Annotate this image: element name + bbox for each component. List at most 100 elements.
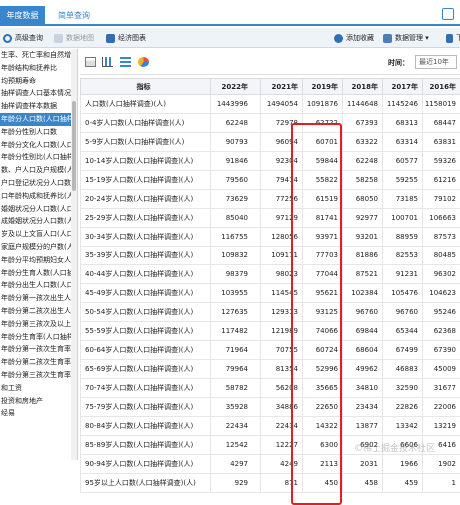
table-cell: 14322 xyxy=(303,416,343,435)
column-header-year[interactable]: 2021年 xyxy=(261,79,303,95)
download-icon xyxy=(446,34,453,43)
table-cell: 88959 xyxy=(383,227,423,246)
table-cell: 70755 xyxy=(261,341,303,360)
row-indicator-name[interactable]: 80-84岁人口数(人口抽样调查)(人) xyxy=(81,416,211,435)
sidebar-item[interactable]: 年龄分性别比(人口抽样调查) xyxy=(0,151,77,164)
table-cell: 1902 xyxy=(423,454,460,473)
row-indicator-name[interactable]: 85-89岁人口数(人口抽样调查)(人) xyxy=(81,435,211,454)
sidebar-scrollbar[interactable] xyxy=(71,49,77,460)
advanced-query-button[interactable]: 高级查询 xyxy=(3,31,43,45)
sidebar-item[interactable]: 生率、死亡率和自然增长 xyxy=(0,49,77,62)
sidebar-item[interactable]: 家庭户规模分的户数(人口抽样调查) xyxy=(0,241,77,254)
row-indicator-name[interactable]: 0-4岁人口数(人口抽样调查)(人) xyxy=(81,113,211,132)
sidebar-item[interactable]: 年龄分生育人数(人口抽样调查) xyxy=(0,267,77,280)
row-indicator-name[interactable]: 90-94岁人口数(人口抽样调查)(人) xyxy=(81,454,211,473)
row-indicator-name[interactable]: 20-24岁人口数(人口抽样调查)(人) xyxy=(81,189,211,208)
table-cell: 46883 xyxy=(383,360,423,379)
sidebar-item[interactable]: 年龄分第三孩次生育率(人口抽样调查) xyxy=(0,369,77,382)
data-map-button[interactable]: 数据地图 xyxy=(54,31,94,45)
row-indicator-name[interactable]: 25-29岁人口数(人口抽样调查)(人) xyxy=(81,208,211,227)
tab-simple-query[interactable]: 简单查询 xyxy=(58,6,90,26)
column-header-year[interactable]: 2017年 xyxy=(383,79,423,95)
sidebar-item[interactable]: 口年龄构成和抚养比(人口抽样调查) xyxy=(0,190,77,203)
table-cell: 1144648 xyxy=(343,95,383,114)
data-manage-button[interactable]: 数据管理 ▾ xyxy=(383,31,429,45)
column-header-year[interactable]: 2018年 xyxy=(343,79,383,95)
table-row: 10-14岁人口数(人口抽样调查)(人)91846923045984462248… xyxy=(81,151,460,170)
row-indicator-name[interactable]: 35-39岁人口数(人口抽样调查)(人) xyxy=(81,246,211,265)
table-cell: 121989 xyxy=(261,322,303,341)
sidebar-item[interactable]: 年龄分文化人口数(人口抽样调查) xyxy=(0,139,77,152)
sidebar-item[interactable]: 年龄分出生人口数(人口抽样调查) xyxy=(0,279,77,292)
sidebar-item[interactable]: 年龄分第三孩次及以上出生人口数(人口抽样调查) xyxy=(0,318,77,331)
table-cell: 81354 xyxy=(261,360,303,379)
main-panel: 时间： 最近10年 指标2022年2021年2019年2018年2017年201… xyxy=(80,49,460,460)
row-indicator-name[interactable]: 75-79岁人口数(人口抽样调查)(人) xyxy=(81,398,211,417)
sidebar-item[interactable]: 成婚姻状况分人口数(人口抽样调查) xyxy=(0,215,77,228)
download-button[interactable]: 下 xyxy=(446,31,460,45)
bar-chart-icon[interactable] xyxy=(102,57,113,67)
sidebar-item[interactable]: 年龄结构和抚养比 xyxy=(0,62,77,75)
table-cell: 59255 xyxy=(383,170,423,189)
sidebar-item[interactable]: 年龄分生育率(人口抽样调查) xyxy=(0,331,77,344)
table-row: 60-64岁人口数(人口抽样调查)(人)71964707556072468604… xyxy=(81,341,460,360)
row-indicator-name[interactable]: 30-34岁人口数(人口抽样调查)(人) xyxy=(81,227,211,246)
table-cell: 81741 xyxy=(303,208,343,227)
table-cell: 96302 xyxy=(423,265,460,284)
sidebar-item[interactable]: 年龄分性别人口数 xyxy=(0,126,77,139)
column-header-year[interactable]: 2022年 xyxy=(211,79,261,95)
table-cell: 96760 xyxy=(343,303,383,322)
pie-chart-icon[interactable] xyxy=(138,57,149,67)
export-icon[interactable] xyxy=(442,8,454,20)
row-indicator-name[interactable]: 65-69岁人口数(人口抽样调查)(人) xyxy=(81,360,211,379)
row-indicator-name[interactable]: 15-19岁人口数(人口抽样调查)(人) xyxy=(81,170,211,189)
row-indicator-name[interactable]: 40-44岁人口数(人口抽样调查)(人) xyxy=(81,265,211,284)
table-cell: 1443996 xyxy=(211,95,261,114)
table-cell: 116755 xyxy=(211,227,261,246)
table-cell: 459 xyxy=(383,473,423,492)
sidebar-item[interactable]: 年龄分第一孩次出生人口数(人口抽样调查) xyxy=(0,292,77,305)
table-cell: 6300 xyxy=(303,435,343,454)
row-indicator-name[interactable]: 50-54岁人口数(人口抽样调查)(人) xyxy=(81,303,211,322)
sidebar-scroll-thumb[interactable] xyxy=(72,101,76,191)
table-cell: 87573 xyxy=(423,227,460,246)
row-indicator-name[interactable]: 人口数(人口抽样调查)(人) xyxy=(81,95,211,114)
sidebar-item[interactable]: 年龄分第一孩次生育率(人口抽样调查) xyxy=(0,343,77,356)
table-cell: 63322 xyxy=(343,132,383,151)
row-indicator-name[interactable]: 60-64岁人口数(人口抽样调查)(人) xyxy=(81,341,211,360)
sidebar-item[interactable]: 年龄分平均预期妇女人数(人口抽样调查) xyxy=(0,254,77,267)
sidebar-item[interactable]: 投资和房地产 xyxy=(0,395,77,408)
row-indicator-name[interactable]: 95岁以上人口数(人口抽样调查)(人) xyxy=(81,473,211,492)
table-cell: 105476 xyxy=(383,284,423,303)
table-view-icon[interactable] xyxy=(85,57,96,67)
table-cell: 13342 xyxy=(383,416,423,435)
sidebar-item[interactable]: 经易 xyxy=(0,407,77,420)
sidebar-item[interactable]: 抽样调查人口基本情况 xyxy=(0,87,77,100)
economic-charts-button[interactable]: 经济图表 xyxy=(106,31,146,45)
time-range-select[interactable]: 最近10年 xyxy=(415,55,457,69)
row-indicator-name[interactable]: 70-74岁人口数(人口抽样调查)(人) xyxy=(81,379,211,398)
sidebar-item[interactable]: 和工资 xyxy=(0,382,77,395)
table-cell: 73629 xyxy=(211,189,261,208)
sidebar-item[interactable]: 婚姻状况分人口数(人口抽样调查) xyxy=(0,203,77,216)
column-header-indicator[interactable]: 指标 xyxy=(81,79,211,95)
sidebar-item[interactable]: 数、户人口及户规模(人口抽样调查) xyxy=(0,164,77,177)
row-indicator-name[interactable]: 45-49岁人口数(人口抽样调查)(人) xyxy=(81,284,211,303)
row-indicator-name[interactable]: 55-59岁人口数(人口抽样调查)(人) xyxy=(81,322,211,341)
row-indicator-name[interactable]: 5-9岁人口数(人口抽样调查)(人) xyxy=(81,132,211,151)
table-cell: 59326 xyxy=(423,151,460,170)
row-indicator-name[interactable]: 10-14岁人口数(人口抽样调查)(人) xyxy=(81,151,211,170)
sidebar-item[interactable]: 均预期寿命 xyxy=(0,75,77,88)
table-row: 20-24岁人口数(人口抽样调查)(人)73629772566151968050… xyxy=(81,189,460,208)
sidebar-item[interactable]: 年龄分第二孩次出生人口数(人口抽样调查) xyxy=(0,305,77,318)
tab-annual-data[interactable]: 年度数据 xyxy=(0,6,45,26)
sidebar-item[interactable]: 年龄分人口数(人口抽样调查) xyxy=(0,113,77,126)
horizontal-bar-icon[interactable] xyxy=(120,57,131,67)
sidebar-item[interactable]: 抽样调查样本数据 xyxy=(0,100,77,113)
add-favorite-button[interactable]: 添加收藏 xyxy=(334,31,374,45)
sidebar-item[interactable]: 年龄分第二孩次生育率(人口抽样调查) xyxy=(0,356,77,369)
sidebar-item[interactable]: 岁及以上文盲人口(人口抽样调查) xyxy=(0,228,77,241)
column-header-year[interactable]: 2019年 xyxy=(303,79,343,95)
column-header-year[interactable]: 2016年 xyxy=(423,79,460,95)
sidebar-item[interactable]: 户口登记状况分人口数(人口抽样调查) xyxy=(0,177,77,190)
